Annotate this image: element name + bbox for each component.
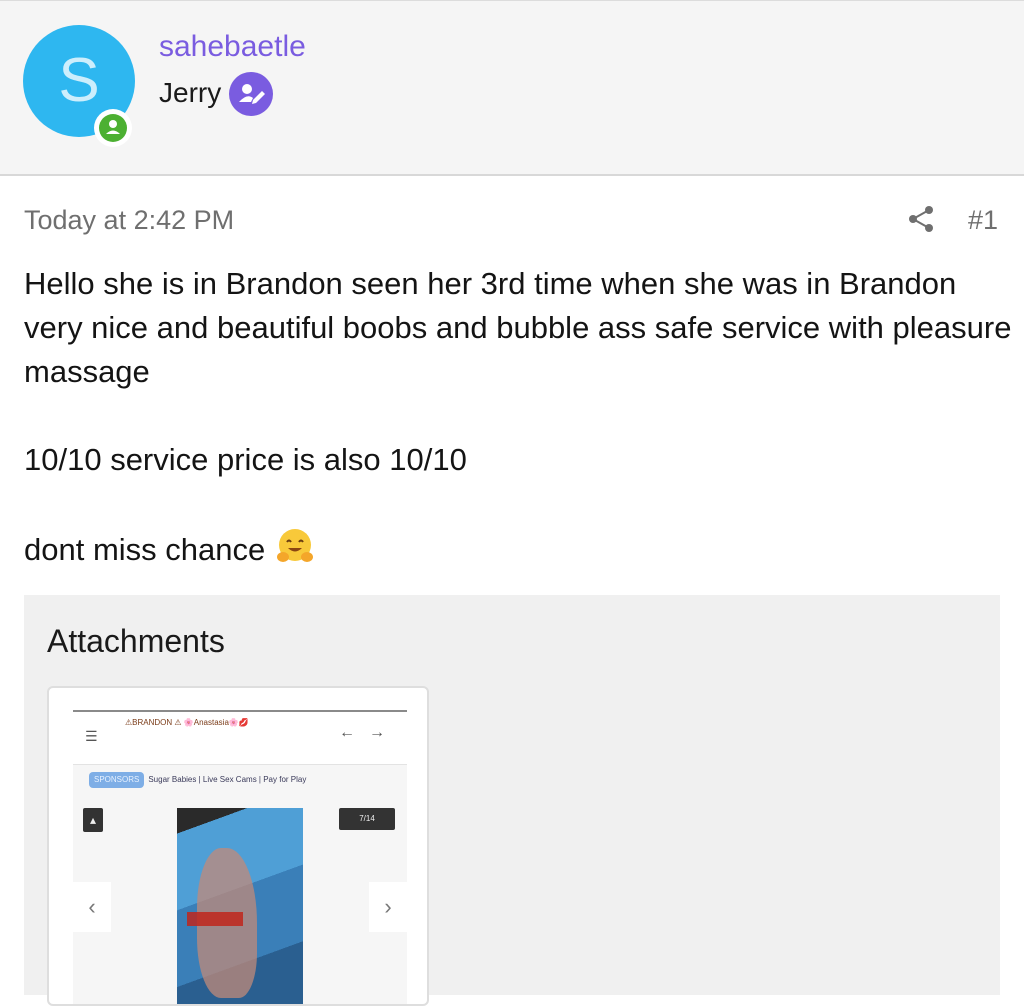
- hugging-face-icon: [274, 526, 316, 568]
- thumbnail-nav-links: Sugar Babies | Live Sex Cams | Pay for P…: [148, 775, 307, 784]
- attachment-thumbnail[interactable]: ☰ ⚠BRANDON ⚠ 🌸Anastasia🌸💋 ←→ SPONSORS Sug…: [47, 686, 429, 1006]
- post-timestamp[interactable]: Today at 2:42 PM: [24, 200, 234, 240]
- avatar-letter: S: [58, 46, 100, 115]
- chevron-left-icon: ‹: [73, 882, 111, 932]
- post-paragraph: Hello she is in Brandon seen her 3rd tim…: [24, 266, 1012, 389]
- thumbnail-nav: SPONSORS Sugar Babies | Live Sex Cams | P…: [89, 772, 306, 788]
- sponsors-chip: SPONSORS: [89, 772, 145, 788]
- pencil-user-icon: [229, 72, 273, 116]
- username-link[interactable]: sahebaetle: [159, 27, 306, 67]
- attachments-title: Attachments: [47, 623, 225, 659]
- user-icon: ▴: [83, 808, 103, 832]
- nav-arrows-icon: ←→: [339, 724, 399, 741]
- thumbnail-title: ⚠BRANDON ⚠ 🌸Anastasia🌸💋: [125, 718, 249, 727]
- post-paragraph: 10/10 service price is also 10/10: [24, 442, 467, 477]
- attachments-block: Attachments ☰ ⚠BRANDON ⚠ 🌸Anastasia🌸💋 ←→…: [24, 595, 1000, 1006]
- photo-count: 7/14: [339, 808, 395, 830]
- chevron-right-icon: ›: [369, 882, 407, 932]
- share-icon[interactable]: [906, 204, 936, 234]
- post-permalink[interactable]: #1: [968, 200, 998, 240]
- thumbnail-photo: [177, 808, 303, 1004]
- post-paragraph-last: dont miss chance: [24, 526, 1014, 572]
- post-paragraph-text: dont miss chance: [24, 532, 266, 567]
- online-status-icon: [94, 109, 132, 147]
- user-title: Jerry: [159, 77, 222, 108]
- post-body: Hello she is in Brandon seen her 3rd tim…: [24, 262, 1014, 572]
- menu-icon: ☰: [85, 728, 98, 744]
- post-author-header: S sahebaetle Jerry: [0, 0, 1024, 176]
- attachment-screenshot-image: ☰ ⚠BRANDON ⚠ 🌸Anastasia🌸💋 ←→ SPONSORS Sug…: [73, 710, 407, 1004]
